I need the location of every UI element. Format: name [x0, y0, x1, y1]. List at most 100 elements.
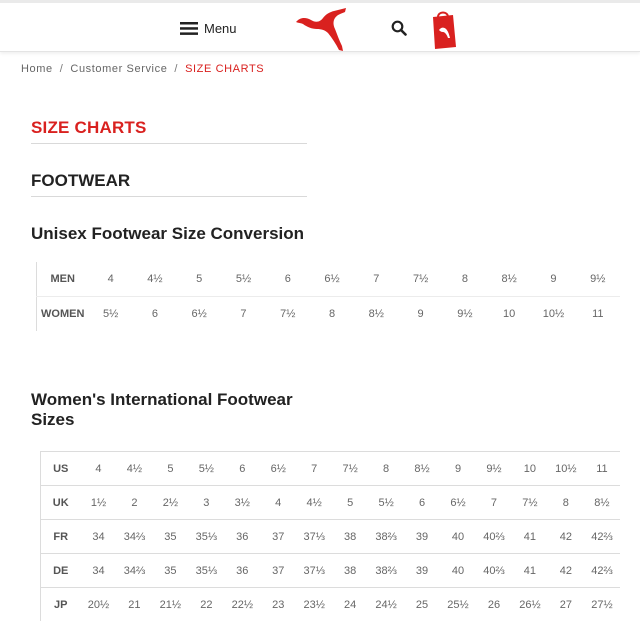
table-cell: 40 — [451, 564, 465, 577]
table-cell: 37⅓ — [303, 530, 325, 543]
table-cell: 7½ — [412, 273, 429, 285]
puma-logo[interactable] — [292, 8, 348, 57]
table-cell: 27 — [559, 598, 572, 611]
breadcrumb-home[interactable]: Home — [21, 63, 53, 75]
table-cell: 22 — [200, 598, 213, 611]
row-header: US — [53, 462, 69, 475]
table-row: UK 1½ 2 2½ 3 3½ 4 4½ 5 5½ 6 6½ 7 7½ 8 8½ — [40, 486, 620, 520]
womens-chart-title: Women's International Footwear Sizes — [31, 390, 293, 429]
table-cell: 34⅔ — [123, 564, 146, 577]
table-cell: 40 — [451, 530, 465, 543]
divider — [31, 196, 307, 197]
table-cell: 42⅔ — [591, 530, 613, 543]
row-header: UK — [52, 496, 69, 509]
table-cell: 10½ — [555, 462, 577, 475]
table-cell: 36 — [236, 564, 249, 577]
menu-button[interactable]: Menu — [180, 17, 237, 39]
table-cell: 39 — [415, 530, 429, 543]
table-cell: 5 — [347, 496, 354, 509]
table-cell: 37 — [272, 530, 285, 543]
table-cell: 41 — [523, 564, 537, 577]
table-cell: 4 — [275, 496, 282, 509]
table-cell: 42⅔ — [591, 564, 613, 577]
table-cell: 7 — [490, 496, 498, 509]
table-cell: 35⅓ — [195, 564, 218, 577]
womens-size-table: US 4 4½ 5 5½ 6 6½ 7 7½ 8 8½ 9 9½ 10 10½ 11 UK 1½ 2 2½ 3 3½ 4 4½… — [40, 451, 620, 621]
table-cell: 23 — [272, 598, 285, 611]
table-cell: 9 — [417, 308, 424, 320]
table-cell: 3 — [203, 496, 210, 509]
table-cell: 9 — [550, 273, 557, 285]
table-cell: 2 — [131, 496, 138, 509]
table-cell: 6 — [418, 496, 426, 509]
table-cell: 7½ — [342, 462, 358, 475]
table-cell: 34 — [92, 564, 105, 577]
table-cell: 4 — [107, 273, 114, 285]
table-cell: 42 — [559, 564, 572, 577]
row-header: FR — [53, 530, 69, 543]
unisex-size-table: MEN 4 4½ 5 5½ 6 6½ 7 7½ 8 8½ 9 9½ WOMEN 5½ 6 6½ 7 7½ 8 8½ 9 9½… — [36, 262, 620, 331]
table-cell: 6 — [284, 273, 291, 285]
table-cell: 9½ — [590, 273, 606, 285]
table-cell: 7½ — [280, 308, 296, 320]
table-cell: 3½ — [234, 496, 250, 509]
table-cell: 8½ — [414, 462, 430, 475]
table-cell: 10 — [503, 308, 516, 320]
table-cell: 35 — [164, 564, 177, 577]
table-cell: 6 — [239, 462, 246, 475]
table-cell: 7 — [373, 273, 380, 285]
row-header: JP — [54, 598, 68, 611]
table-cell: 37 — [272, 564, 285, 577]
table-cell: 4½ — [147, 273, 163, 285]
divider — [31, 143, 307, 144]
table-cell: 9 — [454, 462, 462, 475]
table-cell: 6½ — [270, 462, 286, 475]
table-cell: 5 — [196, 273, 203, 285]
table-row: WOMEN 5½ 6 6½ 7 7½ 8 8½ 9 9½ 10 10½ 11 — [37, 297, 621, 332]
table-cell: 9½ — [457, 308, 473, 320]
table-cell: 6½ — [324, 273, 340, 285]
table-cell: 38⅔ — [375, 564, 397, 577]
table-cell: 36 — [236, 530, 249, 543]
table-cell: 8½ — [368, 308, 384, 320]
table-cell: 35⅓ — [195, 530, 218, 543]
table-cell: 25½ — [447, 598, 469, 611]
table-cell: 4 — [95, 462, 102, 475]
table-cell: 7 — [311, 462, 318, 475]
page-title: SIZE CHARTS — [31, 118, 147, 137]
table-row: JP 20½ 21 21½ 22 22½ 23 23½ 24 24½ 25 25½ 26 26½ 27 27½ — [41, 588, 621, 622]
table-cell: 8½ — [594, 496, 610, 509]
table-cell: 20½ — [87, 598, 110, 611]
table-cell: 7½ — [522, 496, 538, 509]
table-cell: 4½ — [126, 462, 143, 475]
table-cell: 25 — [415, 598, 429, 611]
table-cell: 41 — [523, 530, 537, 543]
table-cell: 7 — [240, 308, 247, 320]
cart-button[interactable] — [429, 8, 457, 55]
menu-label: Menu — [204, 20, 237, 36]
table-cell: 24 — [344, 598, 357, 611]
breadcrumb-customer-service[interactable]: Customer Service — [70, 63, 167, 75]
table-cell: 35 — [164, 530, 177, 543]
table-cell: 5½ — [102, 308, 119, 320]
table-cell: 9½ — [486, 462, 502, 475]
table-cell: 10 — [523, 462, 537, 475]
table-cell: 27½ — [591, 598, 613, 611]
table-cell: 38 — [344, 530, 357, 543]
table-cell: 39 — [415, 564, 429, 577]
table-cell: 10½ — [542, 308, 565, 320]
search-button[interactable] — [391, 20, 407, 41]
table-row: FR 34 34⅔ 35 35⅓ 36 37 37⅓ 38 38⅔ 39 40 40⅔ 41 42 42⅔ — [40, 520, 620, 554]
table-cell: 38 — [344, 564, 357, 577]
table-cell: 34 — [92, 530, 105, 543]
hamburger-icon — [180, 21, 198, 35]
table-cell: 21½ — [159, 598, 182, 611]
section-heading: FOOTWEAR — [31, 171, 131, 190]
table-cell: 6 — [151, 308, 158, 320]
table-cell: 4½ — [306, 496, 322, 509]
table-cell: 11 — [592, 308, 604, 320]
table-cell: 5½ — [378, 496, 394, 509]
row-header: DE — [53, 564, 69, 577]
breadcrumb-separator: / — [174, 63, 179, 75]
table-cell: 26 — [487, 598, 501, 611]
